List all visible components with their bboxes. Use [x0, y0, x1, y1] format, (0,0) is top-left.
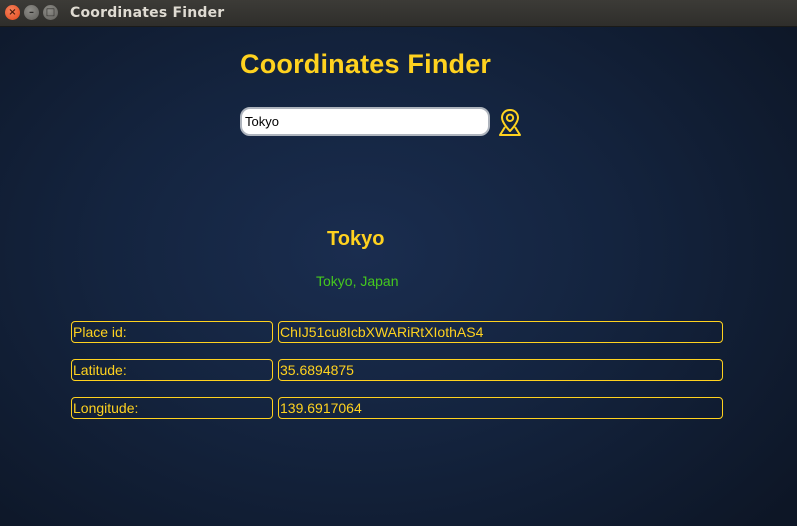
place-id-label: Place id:	[71, 321, 273, 343]
latitude-value: 35.6894875	[278, 359, 723, 381]
place-id-value: ChIJ51cu8IcbXWARiRtXIothAS4	[278, 321, 723, 343]
map-pin-icon	[499, 109, 521, 136]
minimize-window-button[interactable]: –	[24, 5, 39, 20]
maximize-window-button[interactable]: □	[43, 5, 58, 20]
app-window: × – □ Coordinates Finder Coordinates Fin…	[0, 0, 797, 526]
main-content: Coordinates Finder Tokyo Tokyo, Japan Pl…	[0, 27, 797, 526]
place-address: Tokyo, Japan	[316, 273, 399, 289]
latitude-label: Latitude:	[71, 359, 273, 381]
search-button[interactable]	[495, 107, 525, 137]
longitude-label: Longitude:	[71, 397, 273, 419]
title-bar: × – □ Coordinates Finder	[0, 0, 797, 27]
longitude-value: 139.6917064	[278, 397, 723, 419]
app-title: Coordinates Finder	[240, 49, 492, 79]
place-name: Tokyo	[327, 228, 385, 250]
close-window-button[interactable]: ×	[5, 5, 20, 20]
search-input[interactable]	[240, 107, 490, 136]
window-title: Coordinates Finder	[70, 5, 225, 21]
